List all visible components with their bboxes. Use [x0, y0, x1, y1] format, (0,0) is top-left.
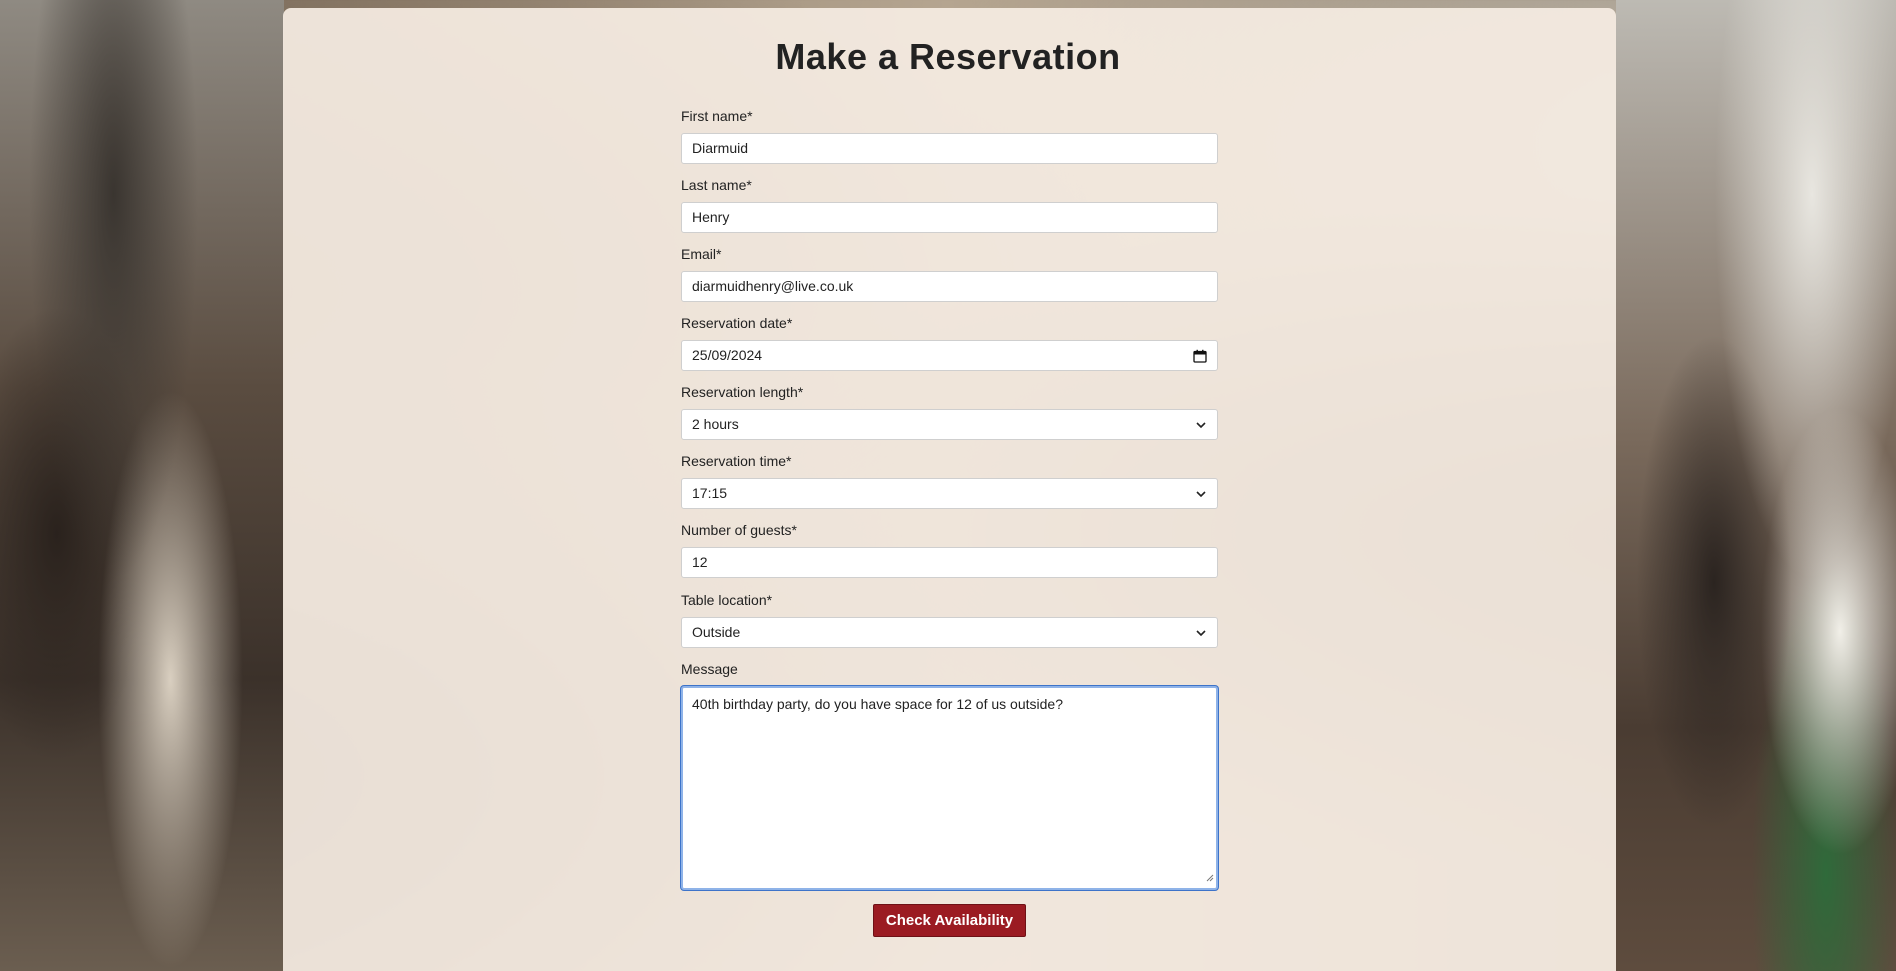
reservation-length-value: 2 hours: [692, 416, 739, 432]
page-title: Make a Reservation: [775, 36, 1121, 77]
reservation-time-label: Reservation time*: [681, 453, 792, 469]
email-group: Email* diarmuidhenry@live.co.uk: [681, 244, 1218, 302]
chevron-down-icon: [1195, 618, 1207, 647]
reservation-time-group: Reservation time* 17:15: [681, 451, 1218, 509]
last-name-value: Henry: [692, 209, 730, 225]
background-photo-right: [1616, 0, 1896, 971]
message-textarea[interactable]: 40th birthday party, do you have space f…: [681, 686, 1218, 890]
calendar-icon[interactable]: [1193, 341, 1207, 370]
message-value: 40th birthday party, do you have space f…: [692, 696, 1063, 712]
reservation-date-group: Reservation date* 25/09/2024: [681, 313, 1218, 371]
last-name-group: Last name* Henry: [681, 175, 1218, 233]
reservation-date-input[interactable]: 25/09/2024: [681, 340, 1218, 371]
guests-label: Number of guests*: [681, 522, 797, 538]
guests-value: 12: [692, 554, 708, 570]
table-location-value: Outside: [692, 624, 741, 640]
first-name-group: First name* Diarmuid: [681, 106, 1218, 164]
last-name-label: Last name*: [681, 177, 752, 193]
reservation-date-label: Reservation date*: [681, 315, 793, 331]
email-label: Email*: [681, 246, 722, 262]
message-group: Message 40th birthday party, do you have…: [681, 659, 1218, 890]
reservation-length-select[interactable]: 2 hours: [681, 409, 1218, 440]
reservation-length-group: Reservation length* 2 hours: [681, 382, 1218, 440]
check-availability-button[interactable]: Check Availability: [873, 904, 1026, 937]
reservation-time-select[interactable]: 17:15: [681, 478, 1218, 509]
guests-group: Number of guests* 12: [681, 520, 1218, 578]
guests-input[interactable]: 12: [681, 547, 1218, 578]
table-location-label: Table location*: [681, 592, 773, 608]
email-input[interactable]: diarmuidhenry@live.co.uk: [681, 271, 1218, 302]
last-name-input[interactable]: Henry: [681, 202, 1218, 233]
resize-grip-icon[interactable]: [1205, 868, 1214, 886]
first-name-label: First name*: [681, 108, 753, 124]
reservation-date-value: 25/09/2024: [692, 347, 763, 363]
table-location-group: Table location* Outside: [681, 590, 1218, 648]
message-label: Message: [681, 661, 738, 677]
table-location-select[interactable]: Outside: [681, 617, 1218, 648]
first-name-input[interactable]: Diarmuid: [681, 133, 1218, 164]
reservation-length-label: Reservation length*: [681, 384, 804, 400]
reservation-time-value: 17:15: [692, 485, 728, 501]
background-photo-left: [0, 0, 284, 971]
chevron-down-icon: [1195, 410, 1207, 439]
email-value: diarmuidhenry@live.co.uk: [692, 278, 854, 294]
first-name-value: Diarmuid: [692, 140, 749, 156]
chevron-down-icon: [1195, 479, 1207, 508]
